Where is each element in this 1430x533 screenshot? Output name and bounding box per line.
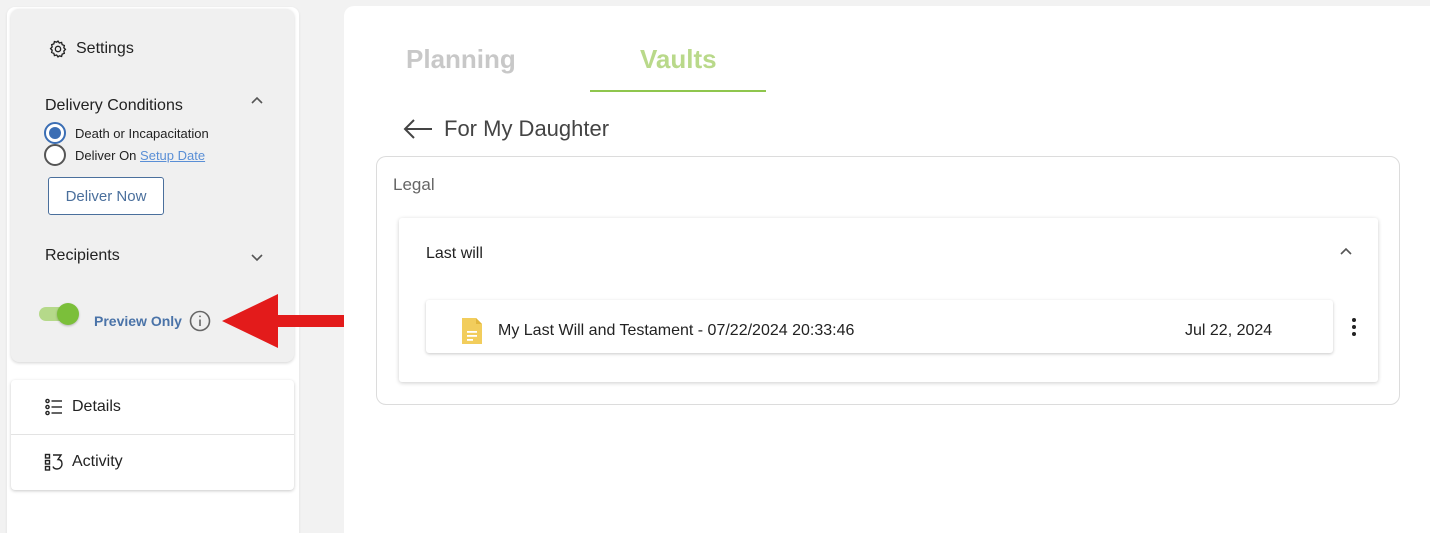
- vault-header: For My Daughter: [402, 116, 609, 142]
- activity-icon: [44, 453, 63, 471]
- settings-label: Settings: [76, 40, 134, 57]
- more-options-icon[interactable]: [1348, 316, 1360, 338]
- chevron-up-icon[interactable]: [1338, 244, 1354, 260]
- active-tab-indicator: [590, 90, 766, 92]
- radio-deliver-on[interactable]: Deliver On Setup Date: [44, 144, 205, 166]
- deliver-now-button[interactable]: Deliver Now: [48, 177, 164, 215]
- chevron-up-icon[interactable]: [249, 93, 265, 109]
- setup-date-link[interactable]: Setup Date: [140, 148, 205, 163]
- chevron-down-icon[interactable]: [249, 249, 265, 265]
- tab-vaults[interactable]: Vaults: [640, 44, 717, 75]
- settings-link[interactable]: Settings: [48, 39, 134, 59]
- nav-item-label: Details: [72, 398, 121, 415]
- radio-button-unchecked[interactable]: [44, 144, 66, 166]
- radio-button-checked[interactable]: [44, 122, 66, 144]
- radio-label: Deliver On: [75, 147, 137, 163]
- back-arrow-icon[interactable]: [402, 117, 434, 141]
- category-title: Last will: [426, 245, 483, 262]
- file-name: My Last Will and Testament - 07/22/2024 …: [498, 322, 855, 339]
- preview-only-label: Preview Only: [94, 313, 182, 329]
- nav-item-details[interactable]: Details: [11, 380, 294, 434]
- annotation-arrow-icon: [222, 294, 352, 348]
- vault-title: For My Daughter: [444, 116, 610, 141]
- main-panel: Planning Vaults For My Daughter Legal La…: [344, 6, 1430, 533]
- nav-item-activity[interactable]: Activity: [11, 435, 294, 489]
- gear-icon: [49, 40, 67, 58]
- tab-planning[interactable]: Planning: [406, 44, 516, 75]
- delivery-conditions-title: Delivery Conditions: [45, 97, 183, 114]
- legal-section: Legal Last will My Last Will and Testame…: [376, 156, 1400, 405]
- nav-item-label: Activity: [72, 453, 123, 470]
- toggle-thumb: [57, 303, 79, 325]
- details-list-icon: [45, 398, 62, 416]
- last-will-category: Last will My Last Will and Testament - 0…: [399, 218, 1378, 382]
- recipients-title: Recipients: [45, 247, 120, 264]
- info-icon[interactable]: [189, 310, 211, 332]
- file-date: Jul 22, 2024: [1185, 322, 1273, 339]
- vault-nav-card: Details Activity: [11, 380, 294, 490]
- section-title: Legal: [393, 175, 435, 194]
- radio-label: Death or Incapacitation: [75, 125, 209, 141]
- preview-only-toggle[interactable]: [39, 303, 79, 325]
- radio-death-or-incapacitation[interactable]: Death or Incapacitation: [44, 122, 209, 144]
- document-icon: [462, 318, 482, 344]
- file-row[interactable]: My Last Will and Testament - 07/22/2024 …: [426, 300, 1333, 353]
- left-sidebar: Settings Delivery Conditions Death or In…: [7, 7, 299, 533]
